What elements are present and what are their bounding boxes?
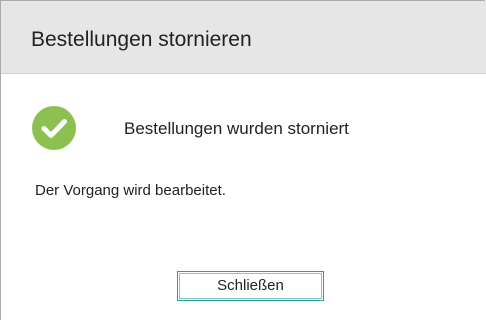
dialog-titlebar: Bestellungen stornieren [1,1,486,74]
close-button[interactable]: Schließen [177,271,324,301]
status-message: Bestellungen wurden storniert [124,119,349,138]
dialog-title: Bestellungen stornieren [31,28,252,51]
cancel-orders-dialog: Bestellungen stornieren Bestellungen wur… [0,0,486,320]
check-circle-icon [32,106,76,150]
processing-info: Der Vorgang wird bearbeitet. [35,182,226,199]
